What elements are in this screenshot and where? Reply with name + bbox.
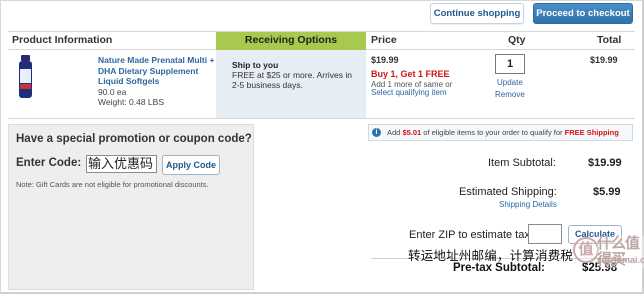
header-total: Total: [597, 34, 622, 46]
update-link[interactable]: Update: [497, 78, 523, 87]
line-total: $19.99: [590, 55, 618, 65]
coupon-title: Have a special promotion or coupon code?: [16, 133, 252, 145]
unit-price: $19.99: [371, 55, 399, 65]
header-qty: Qty: [508, 34, 526, 46]
product-each: 90.0 ea: [98, 87, 127, 97]
item-subtotal-label: Item Subtotal:: [488, 157, 556, 169]
header-price: Price: [371, 34, 397, 46]
banner-mid: of eligible items to your order to quali…: [421, 128, 565, 137]
product-bottle-image[interactable]: [18, 55, 33, 100]
watermark-url: zdizhimai.com: [597, 255, 644, 265]
product-name-link[interactable]: Nature Made Prenatal Multi + DHA Dietary…: [98, 55, 215, 87]
proceed-to-checkout-button[interactable]: Proceed to checkout: [533, 3, 633, 24]
coupon-panel: [8, 124, 254, 290]
continue-shopping-button[interactable]: Continue shopping: [430, 3, 524, 24]
zip-label: Enter ZIP to estimate tax:: [409, 229, 533, 241]
info-icon: i: [372, 128, 381, 137]
cart-table-header: Product Information Receiving Options Pr…: [8, 31, 635, 50]
product-weight: Weight: 0.48 LBS: [98, 97, 164, 107]
item-subtotal-value: $19.99: [588, 157, 622, 169]
shipping-details-link[interactable]: Shipping Details: [499, 200, 557, 209]
table-divider: [8, 118, 635, 119]
free-shipping-banner: Add $5.01 of eligible items to your orde…: [368, 124, 633, 141]
banner-amount: $5.01: [402, 128, 422, 137]
quantity-input[interactable]: 1: [495, 54, 525, 74]
enter-code-label: Enter Code:: [16, 157, 82, 169]
banner-pre: Add: [387, 128, 403, 137]
banner-free-shipping: FREE Shipping: [564, 128, 619, 137]
select-qualifying-item-link[interactable]: Select qualifying item: [371, 88, 447, 97]
zip-input[interactable]: [528, 224, 562, 244]
gift-card-note: Note: Gift Cards are not eligible for pr…: [16, 180, 209, 189]
apply-code-button[interactable]: Apply Code: [162, 155, 220, 175]
header-receiving-options: Receiving Options: [216, 32, 366, 50]
ship-to-you-title: Ship to you: [232, 60, 279, 70]
promo-label: Buy 1, Get 1 FREE: [371, 69, 450, 79]
estimated-shipping-value: $5.99: [593, 186, 621, 198]
ship-to-you-details: FREE at $25 or more. Arrives in 2-5 busi…: [232, 70, 352, 90]
remove-link[interactable]: Remove: [495, 90, 525, 99]
coupon-code-input[interactable]: 输入优惠码: [86, 155, 157, 173]
header-product-information: Product Information: [12, 34, 113, 46]
estimated-shipping-label: Estimated Shipping:: [459, 186, 557, 198]
watermark-logo-icon: 值: [573, 237, 599, 263]
zip-annotation-note: 转运地址州邮编，计算消费税: [408, 249, 574, 263]
